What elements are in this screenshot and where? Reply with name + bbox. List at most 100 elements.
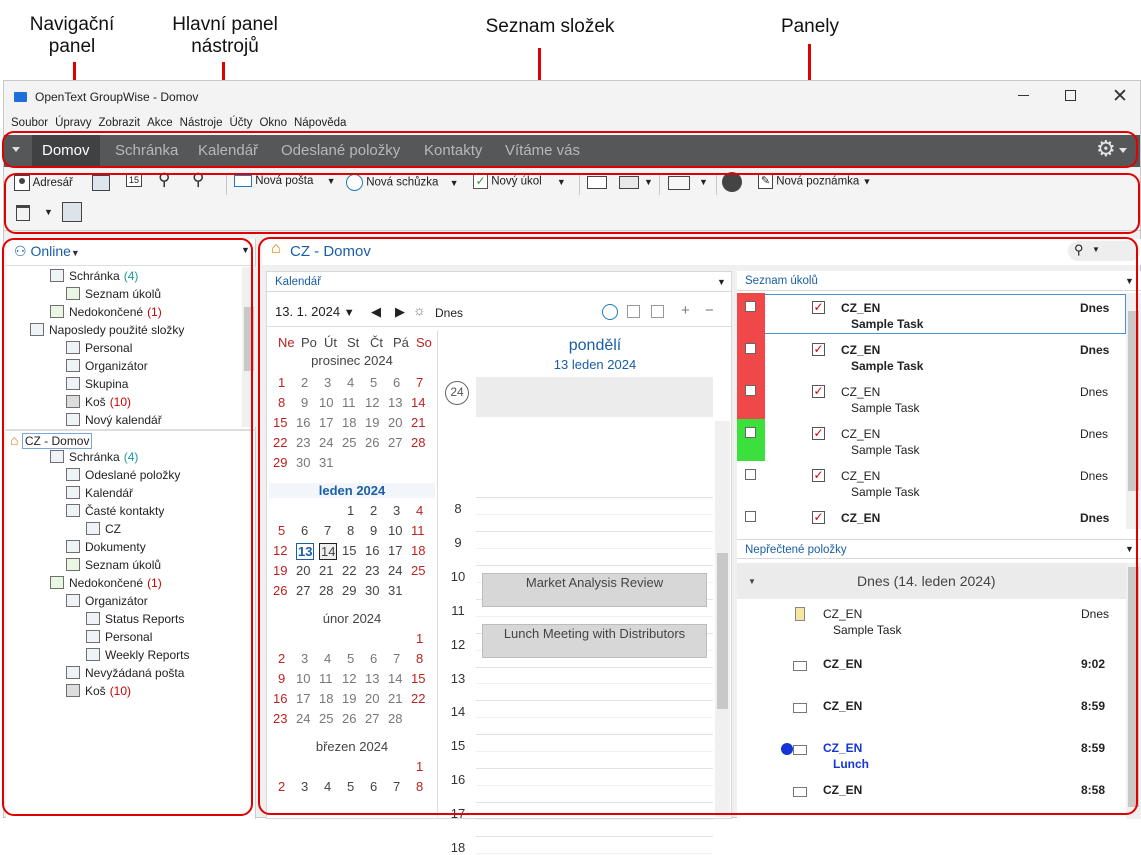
task-row[interactable]: ✓ CZ_EN Sample Task Dnes — [737, 293, 1127, 335]
calendar-day[interactable]: 7 — [393, 779, 400, 794]
calendar-day[interactable]: 26 — [273, 583, 287, 598]
calendar-day[interactable]: 25 — [411, 563, 425, 578]
calendar-day[interactable]: 2 — [278, 651, 285, 666]
task-flag-checkbox[interactable] — [745, 511, 756, 522]
task-complete-checkbox[interactable]: ✓ — [812, 343, 825, 356]
calendar-day[interactable]: 21 — [411, 415, 425, 430]
folder-item[interactable]: Weekly Reports — [86, 648, 189, 662]
calendar-day[interactable]: 3 — [324, 375, 331, 390]
grid-view-dropdown-icon[interactable]: ▼ — [699, 177, 708, 187]
calendar-day[interactable]: 14 — [411, 395, 425, 410]
calendar-day[interactable]: 20 — [388, 415, 402, 430]
calendar-day[interactable]: 5 — [278, 523, 285, 538]
menu-item[interactable]: Okno — [259, 117, 287, 129]
calendar-day[interactable]: 21 — [319, 563, 333, 578]
trash-icon[interactable] — [16, 205, 30, 221]
unread-dropdown-icon[interactable]: ▼ — [1125, 544, 1134, 554]
calendar-day[interactable]: 8 — [416, 651, 423, 666]
nav-dropdown-icon[interactable] — [12, 147, 20, 152]
calendar-day[interactable]: 2 — [370, 503, 377, 518]
folder-item[interactable]: CZ — [86, 522, 121, 536]
collapse-icon[interactable]: ▼ — [748, 577, 756, 586]
calendar-day[interactable]: 10 — [388, 523, 402, 538]
folder-item[interactable]: Koš (10) — [66, 395, 131, 409]
menu-item[interactable]: Akce — [147, 117, 173, 129]
calendar-day[interactable]: 24 — [319, 435, 333, 450]
folder-item[interactable]: Nový kalendář — [66, 413, 162, 427]
calendar-day[interactable]: 7 — [324, 523, 331, 538]
calendar-day[interactable]: 24 — [296, 711, 310, 726]
date-selector[interactable]: 13. 1. 2024 ▼ — [275, 304, 355, 319]
folder-item[interactable]: Naposledy použité složky — [30, 323, 184, 337]
calendar-day[interactable]: 10 — [319, 395, 333, 410]
today-icon[interactable]: ☼ — [413, 302, 426, 318]
calendar-day[interactable]: 27 — [365, 711, 379, 726]
calendar-day[interactable]: 21 — [388, 691, 402, 706]
task-complete-checkbox[interactable]: ✓ — [812, 301, 825, 314]
next-arrow-icon[interactable]: ▶ — [395, 304, 405, 320]
calendar-day[interactable]: 14 — [319, 543, 338, 560]
calendar-day[interactable]: 19 — [342, 691, 356, 706]
calendar-day[interactable]: 9 — [278, 671, 285, 686]
unread-group-header[interactable]: ▼ Dnes (14. leden 2024) — [737, 563, 1127, 599]
calendar-day[interactable]: 29 — [273, 455, 287, 470]
calendar-day[interactable]: 25 — [319, 711, 333, 726]
unread-item[interactable]: CZ_EN 8:59 — [737, 685, 1127, 727]
calendar-day[interactable]: 25 — [342, 435, 356, 450]
task-priority-flag[interactable] — [737, 461, 765, 503]
calendar-day[interactable]: 29 — [342, 583, 356, 598]
calendar-day[interactable]: 6 — [370, 651, 377, 666]
calendar-day[interactable]: 18 — [342, 415, 356, 430]
nav-tab[interactable]: Odeslané položky — [271, 135, 410, 167]
calendar-day[interactable]: 28 — [411, 435, 425, 450]
view-panel-icon[interactable] — [587, 176, 607, 189]
bulb-icon[interactable] — [722, 172, 742, 192]
calendar-day[interactable]: 27 — [388, 435, 402, 450]
calendar-day[interactable]: 31 — [388, 583, 402, 598]
task-flag-checkbox[interactable] — [745, 343, 756, 354]
calendar-day[interactable]: 24 — [388, 563, 402, 578]
calendar-day[interactable]: 16 — [273, 691, 287, 706]
calendar-day[interactable]: 18 — [319, 691, 333, 706]
calendar-day[interactable]: 9 — [301, 395, 308, 410]
task-row[interactable]: ✓ CZ_EN Sample Task Dnes — [737, 461, 1127, 503]
calendar-day[interactable]: 8 — [347, 523, 354, 538]
calendar-day[interactable]: 17 — [319, 415, 333, 430]
calendar-day[interactable]: 19 — [273, 563, 287, 578]
calendar-day[interactable]: 4 — [347, 375, 354, 390]
calendar-day[interactable]: 1 — [416, 631, 423, 646]
calendar-day[interactable]: 4 — [324, 779, 331, 794]
calendar-day[interactable]: 18 — [411, 543, 425, 558]
calendar-day[interactable]: 31 — [319, 455, 333, 470]
today-button[interactable]: Dnes — [435, 306, 463, 320]
task-row[interactable]: ✓ CZ_EN Sample Task Dnes — [737, 335, 1127, 377]
day-scrollbar[interactable] — [715, 421, 730, 817]
calendar-day[interactable]: 6 — [301, 523, 308, 538]
unread-scrollbar[interactable] — [1126, 563, 1141, 819]
calendar-day[interactable]: 5 — [370, 375, 377, 390]
calendar-day[interactable]: 11 — [319, 671, 333, 686]
calendar-day[interactable]: 22 — [273, 435, 287, 450]
zoom-in-icon[interactable]: + — [681, 302, 690, 319]
new-appointment-button[interactable]: Nová schůzka ▼ — [346, 174, 459, 191]
calendar-day[interactable]: 6 — [370, 779, 377, 794]
calendar-day[interactable]: 23 — [296, 435, 310, 450]
calendar-day[interactable]: 3 — [301, 779, 308, 794]
online-selector[interactable]: ⚇ Online▼ — [14, 243, 80, 260]
tasks-view-icon[interactable] — [627, 305, 640, 318]
calendar-day[interactable]: 22 — [342, 563, 356, 578]
calendar-day[interactable]: 13 — [365, 671, 379, 686]
previous-arrow-icon[interactable]: ◀ — [371, 304, 381, 320]
appointment[interactable]: Lunch Meeting with Distributors — [482, 624, 707, 659]
calendar-day[interactable]: 23 — [273, 711, 287, 726]
calendar-day[interactable]: 30 — [296, 455, 310, 470]
settings-gear-icon[interactable]: ⚙ — [1096, 136, 1116, 162]
calendar-day[interactable]: 30 — [365, 583, 379, 598]
task-flag-checkbox[interactable] — [745, 469, 756, 480]
calendar-day[interactable]: 13 — [296, 543, 315, 560]
calendar-day[interactable]: 11 — [342, 395, 356, 410]
calendar-day[interactable]: 1 — [416, 759, 423, 774]
calendar-day[interactable]: 14 — [388, 671, 402, 686]
task-priority-flag[interactable] — [737, 293, 765, 335]
calendar-day[interactable]: 10 — [296, 671, 310, 686]
